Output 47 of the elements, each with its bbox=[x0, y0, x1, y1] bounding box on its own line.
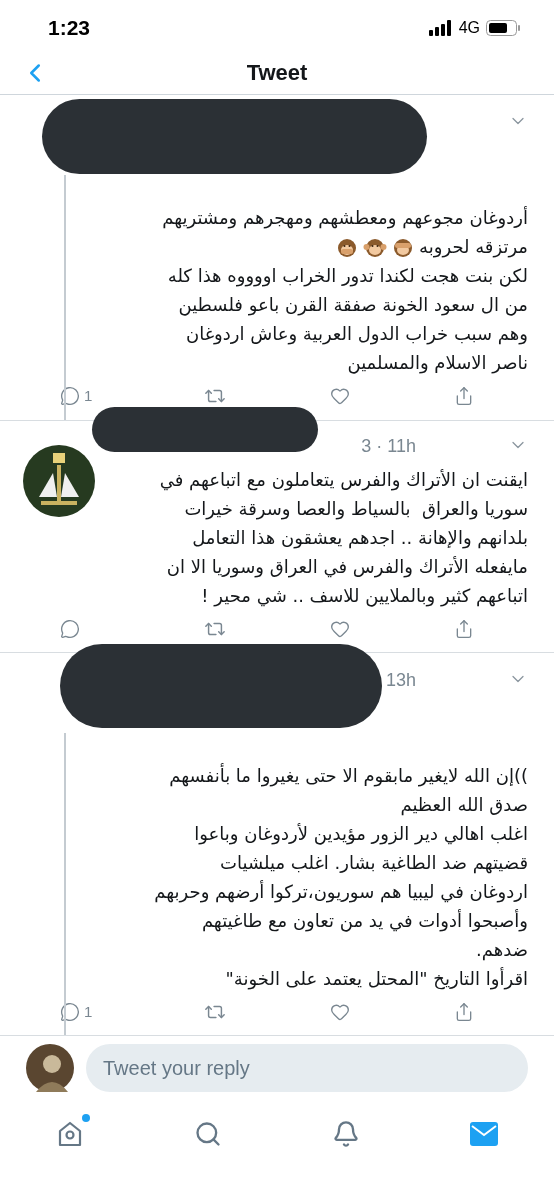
tweet-text-line: قضيتهم ضد الطاغية بشار. اغلب ميلشيات bbox=[220, 850, 528, 876]
bell-icon bbox=[332, 1120, 360, 1148]
tweet-text-line: اتباعهم كثير وبالملايين للاسف .. شي محير ! bbox=[201, 583, 528, 609]
speech-bubble-icon bbox=[60, 386, 80, 407]
tweet-text-line: مرتزقه لحروبه bbox=[419, 235, 528, 260]
reply-button[interactable]: 1 bbox=[60, 1000, 100, 1023]
avatar[interactable] bbox=[23, 444, 95, 517]
tweet-text-line: سوريا والعراق بالسياط والعصا وسرقة خيرات bbox=[184, 496, 528, 522]
search-icon bbox=[194, 1120, 222, 1148]
tweet-timestamp: 3 · 11h bbox=[361, 434, 416, 457]
share-button[interactable] bbox=[454, 386, 474, 407]
battery-icon bbox=[486, 19, 520, 36]
speech-bubble-icon bbox=[60, 1001, 80, 1022]
network-type: 4G bbox=[458, 17, 480, 38]
tweet-text-line: بلدانهم والإهانة .. اجدهم يعشقون هذا التعامل bbox=[192, 525, 528, 551]
reply-count: 1 bbox=[84, 386, 93, 406]
tweet-text-line: من ال سعود الخونة صفقة القرن باعو فلسطين bbox=[178, 293, 528, 318]
like-button[interactable] bbox=[330, 386, 350, 407]
tweet-text-line: اغلب اهالي دير الزور مؤيدين لأردوغان وباعوا bbox=[194, 821, 528, 847]
tweet-text-line: لكن بنت هجت لكندا تدور الخراب اووووه هذا كله bbox=[167, 264, 528, 289]
tweet-text-line: وأصبحوا أدوات في يد من تعاون مع طاغيتهم bbox=[201, 908, 528, 934]
share-icon bbox=[454, 1001, 474, 1022]
tweet-text-line: أردوغان مجوعهم ومعطشهم ومهجرهم ومشتريهم bbox=[162, 205, 528, 231]
tweet-text-line: مايفعله الأتراك والفرس في العراق وسوريا الا ان bbox=[166, 554, 528, 580]
tweet-text-line: اردوغان في ليبيا هم سوريون،تركوا أرضهم وحربهم bbox=[154, 879, 528, 905]
speech-bubble-icon bbox=[60, 618, 80, 639]
tweet-text-line: ايقنت ان الأتراك والفرس يتعاملون مع اتباعهم في bbox=[159, 467, 528, 493]
status-time: 1:23 bbox=[48, 15, 91, 42]
share-icon bbox=[454, 618, 474, 639]
tweet-timestamp: 13h bbox=[385, 668, 416, 691]
tweet-text-line: اقرأوا التاريخ "المحتل يعتمد على الخونة" bbox=[225, 966, 528, 992]
tweet-text-line: ناصر الاسلام والمسلمين bbox=[347, 351, 528, 376]
tweet-text-line: ))إن الله لايغير مابقوم الا حتى يغيروا ما بأنفسهم bbox=[169, 762, 528, 789]
tweet-text-line: صدق الله العظيم bbox=[400, 792, 528, 818]
signal-icon bbox=[428, 19, 453, 36]
share-button[interactable] bbox=[454, 618, 474, 639]
reply-input[interactable]: Tweet your reply bbox=[86, 1044, 528, 1092]
header-title: Tweet bbox=[246, 59, 308, 88]
avatar[interactable] bbox=[26, 1044, 74, 1092]
share-button[interactable] bbox=[454, 1001, 474, 1022]
tweet-text-line: وهم سبب خراب الدول العربية وعاش اردوغان bbox=[186, 322, 528, 347]
share-icon bbox=[454, 386, 474, 407]
tweet-text-line: ضدهم. bbox=[476, 937, 528, 963]
heart-icon bbox=[330, 386, 350, 407]
envelope-icon bbox=[470, 1122, 498, 1146]
reply-button[interactable]: 1 bbox=[60, 385, 100, 408]
reply-count: 1 bbox=[84, 1001, 93, 1022]
